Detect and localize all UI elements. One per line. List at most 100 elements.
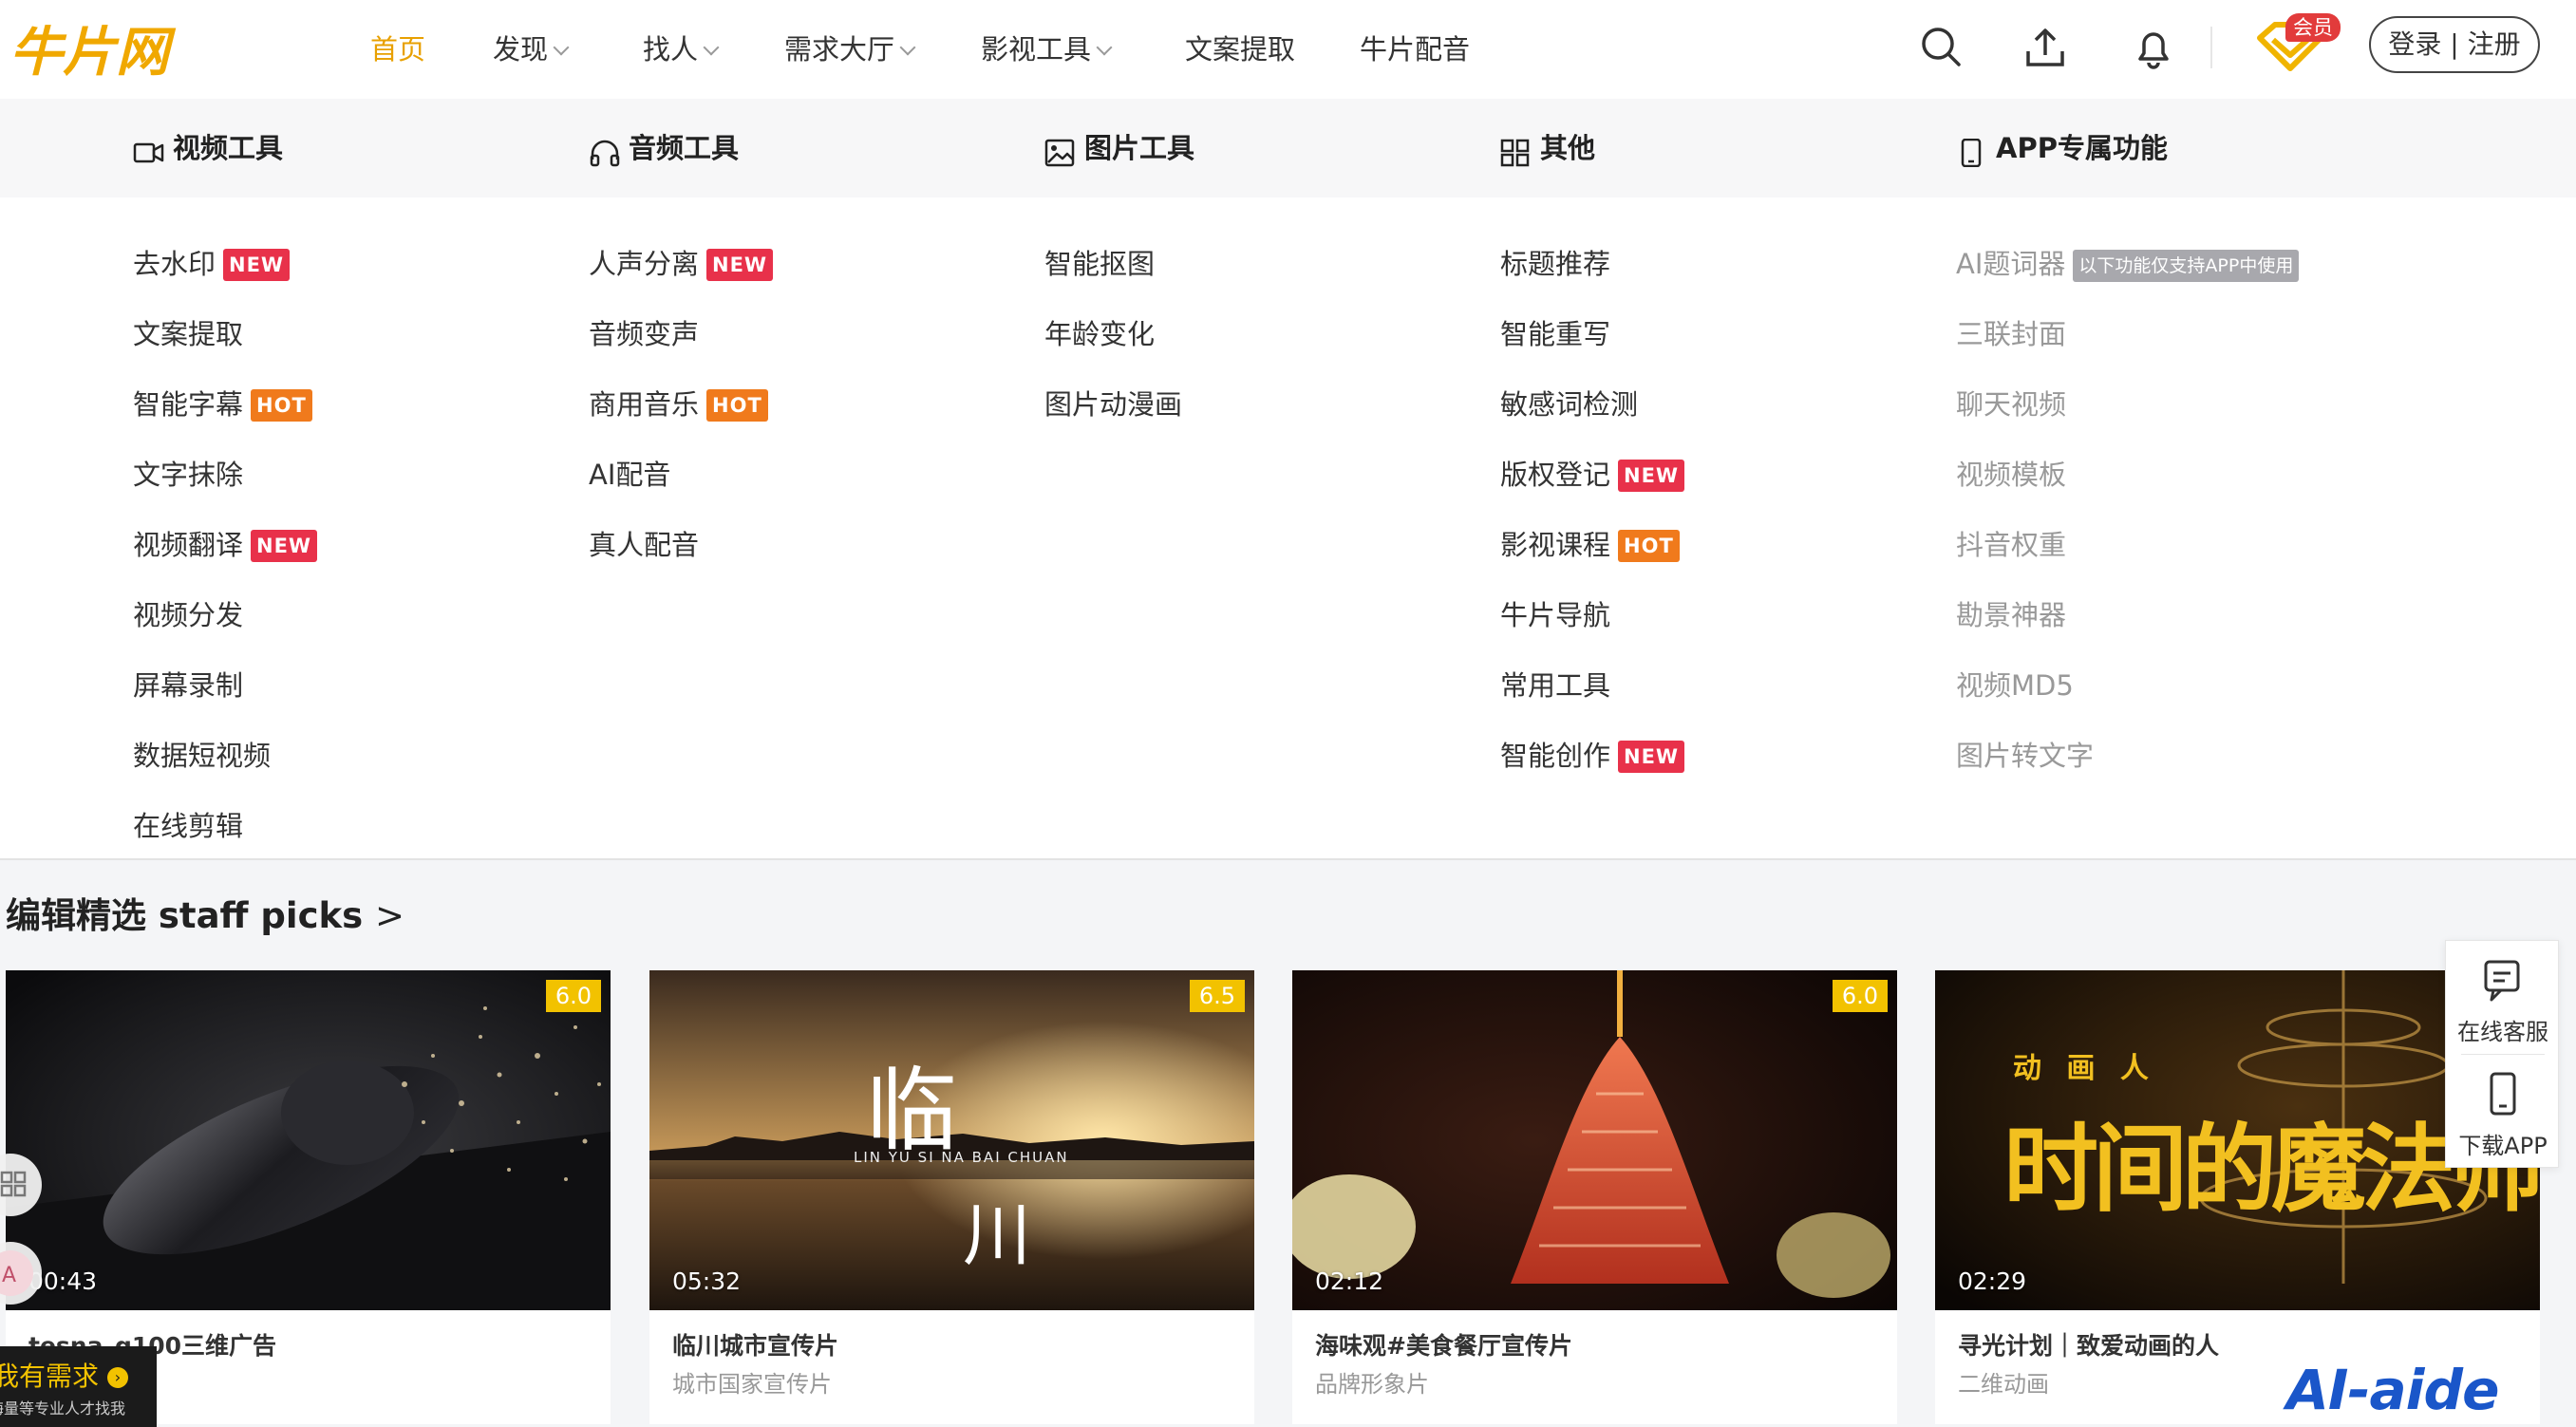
menu-item-label: 智能重写 [1500,318,1611,350]
chevron-down-icon [703,39,720,56]
nav-item-label: 牛片配音 [1360,33,1471,66]
menu-item-label: 标题推荐 [1500,248,1611,280]
menu-item[interactable]: 人声分离 NEW [589,245,774,283]
video-thumbnail[interactable]: 临 川 LIN YU SI NA BAI CHUAN 6.5 05:32 [649,970,1254,1310]
nav-item-label: 文案提取 [1185,33,1296,66]
menu-item[interactable]: 屏幕录制 [133,667,243,704]
chevron-down-icon [899,39,916,56]
nav-item[interactable]: 需求大厅 [784,28,916,70]
vip-badge[interactable]: 会员 [2285,13,2341,42]
video-title[interactable]: 海味观#美食餐厅宣传片 [1315,1327,1572,1361]
search-icon[interactable] [1915,21,1968,74]
menu-item[interactable]: 智能字幕 HOT [133,385,312,423]
video-title[interactable]: 临川城市宣传片 [672,1327,838,1361]
menu-item[interactable]: 智能重写 [1500,315,1610,353]
menu-item[interactable]: 音频变声 [589,315,699,353]
video-duration: 02:29 [1958,1267,2027,1295]
watermark: AI-aide [2286,1358,2499,1422]
rating-badge: 6.0 [546,980,601,1012]
menu-item[interactable]: AI题词器 以下功能仅支持APP中使用 [1956,245,2300,283]
upload-icon[interactable] [2019,21,2072,74]
menu-item-label: 聊天视频 [1956,388,2067,421]
menu-item-label: 数据短视频 [133,740,272,772]
menu-item[interactable]: 影视课程 HOT [1500,526,1680,564]
hot-badge: HOT [706,389,768,422]
online-service-button[interactable]: 在线客服 [2446,941,2560,1053]
menu-item[interactable]: 常用工具 [1500,667,1610,704]
nav-item[interactable]: 影视工具 [981,28,1113,70]
menu-item-label: 文案提取 [133,318,244,350]
menu-item[interactable]: 智能抠图 [1044,245,1155,283]
float-apps-button[interactable] [0,1154,42,1216]
logo[interactable]: 牛片网 [9,19,223,82]
video-title[interactable]: 寻光计划｜致爱动画的人 [1958,1327,2219,1361]
menu-item-label: 牛片导航 [1500,599,1611,631]
chat-icon [2484,960,2520,1002]
menu-item[interactable]: 商用音乐 HOT [589,385,768,423]
menu-item[interactable]: 三联封面 [1956,315,2066,353]
menu-item[interactable]: 版权登记 NEW [1500,456,1685,494]
login-register-button[interactable]: 登录 | 注册 [2369,16,2540,73]
post-demand-banner[interactable]: 我有需求 › 海量等专业人才找我 [0,1346,157,1427]
nav-item[interactable]: 牛片配音 [1360,28,1470,70]
menu-item[interactable]: 智能创作 NEW [1500,737,1685,775]
menu-item[interactable]: 去水印 NEW [133,245,291,283]
ai-assistant-icon: A [0,1250,33,1296]
menu-item[interactable]: 抖音权重 [1956,526,2066,564]
menu-item-label: 视频模板 [1956,459,2067,491]
menu-item[interactable]: 聊天视频 [1956,385,2066,423]
menu-item-label: 常用工具 [1500,669,1611,702]
menu-item-label: 勘景神器 [1956,599,2067,631]
menu-item[interactable]: 敏感词检测 [1500,385,1638,423]
menu-item-label: 在线剪辑 [133,810,244,842]
menu-item-label: 商用音乐 [589,388,700,421]
nav-item-label: 需求大厅 [784,33,895,66]
menu-item[interactable]: 视频模板 [1956,456,2066,494]
menu-item[interactable]: 视频MD5 [1956,667,2074,704]
new-badge: NEW [1618,741,1685,773]
more-arrow[interactable]: > [375,895,404,936]
nav-item[interactable]: 文案提取 [1185,28,1295,70]
menu-item-label: 视频翻译 [133,529,244,561]
thumbnail-food-image [1292,970,1897,1310]
svg-text:牛片网: 牛片网 [9,22,177,82]
float-ai-button[interactable]: A [0,1242,42,1305]
menu-item[interactable]: 标题推荐 [1500,245,1610,283]
menu-item[interactable]: 牛片导航 [1500,596,1610,634]
chevron-down-icon [1096,39,1113,56]
section-title[interactable]: 编辑精选 staff picks > [6,887,404,938]
menu-header-bar [0,99,2576,197]
download-app-label: 下载APP [2458,1133,2548,1159]
menu-item[interactable]: 文字抹除 [133,456,243,494]
video-card[interactable]: 6.0 02:12 海味观#美食餐厅宣传片 品牌形象片 [1292,970,1897,1424]
menu-item[interactable]: 图片转文字 [1956,737,2094,775]
menu-item[interactable]: AI配音 [589,456,670,494]
menu-item[interactable]: 年龄变化 [1044,315,1155,353]
download-app-button[interactable]: 下载APP [2446,1055,2560,1167]
menu-item-label: AI题词器 [1956,248,2066,280]
menu-item[interactable]: 视频翻译 NEW [133,526,318,564]
demand-title: 我有需求 › [0,1356,128,1394]
video-card[interactable]: 临 川 LIN YU SI NA BAI CHUAN 6.5 05:32 临川城… [649,970,1254,1424]
menu-item[interactable]: 文案提取 [133,315,243,353]
nav-item-label: 找人 [643,33,699,66]
menu-item[interactable]: 真人配音 [589,526,699,564]
menu-item[interactable]: 视频分发 [133,596,243,634]
video-thumbnail[interactable]: 6.0 02:12 [1292,970,1897,1310]
menu-item-label: 图片动漫画 [1044,388,1183,421]
nav-item[interactable]: 首页 [370,28,425,70]
menu-item-label: 影视课程 [1500,529,1611,561]
menu-item[interactable]: 数据短视频 [133,737,271,775]
menu-item[interactable]: 勘景神器 [1956,596,2066,634]
menu-item[interactable]: 图片动漫画 [1044,385,1182,423]
video-duration: 05:32 [672,1267,742,1295]
menu-item-label: 去水印 [133,248,216,280]
nav-item[interactable]: 找人 [643,28,720,70]
notification-bell-icon[interactable] [2127,21,2180,74]
menu-item-label: 三联封面 [1956,318,2067,350]
page: 牛片网 首页 发现 找人 需求大厅 影视工具 文案提取 牛片配音 会员 登录 | 注册 视频… [0,0,2576,1427]
nav-item[interactable]: 发现 [493,28,570,70]
video-thumbnail[interactable]: 6.0 00:43 [6,970,611,1310]
video-category: 二维动画 [1958,1371,2049,1398]
menu-item[interactable]: 在线剪辑 [133,807,243,845]
